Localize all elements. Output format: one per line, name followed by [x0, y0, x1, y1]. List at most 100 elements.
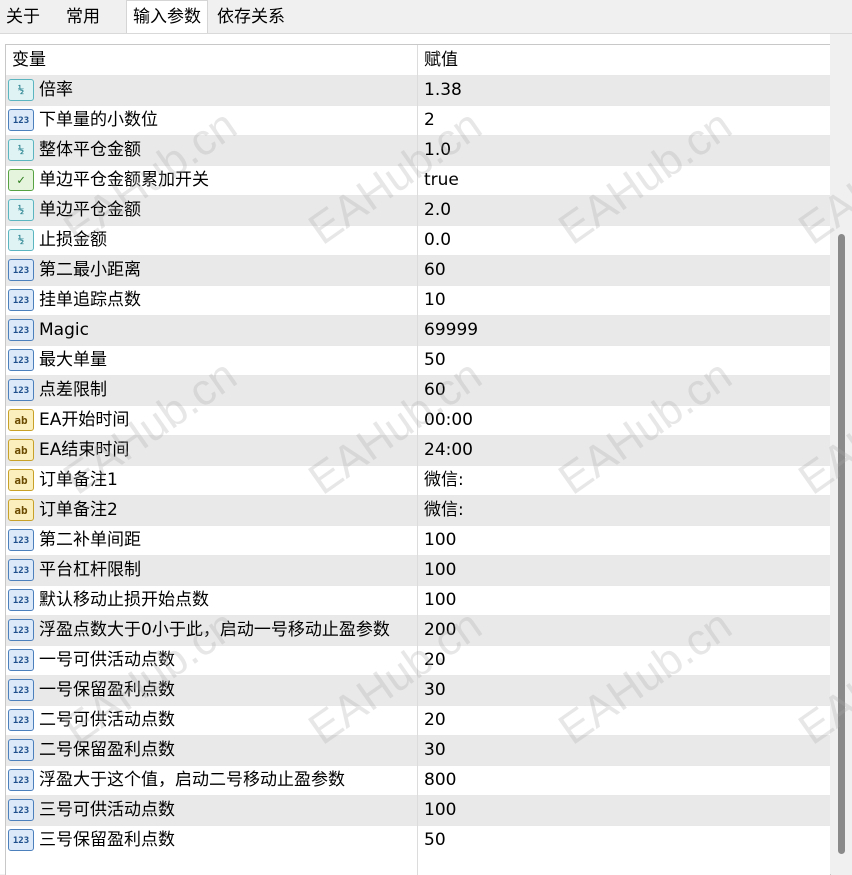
table-row[interactable]: ✓ 单边平仓金额累加开关 true: [6, 165, 830, 195]
parameter-value[interactable]: 60: [424, 256, 446, 285]
parameter-value[interactable]: 60: [424, 376, 446, 405]
parameter-value[interactable]: 20: [424, 706, 446, 735]
tab-common[interactable]: 常用: [60, 3, 106, 31]
double-type-icon: ½: [8, 79, 34, 101]
parameter-name: 一号保留盈利点数: [39, 680, 175, 700]
table-row[interactable]: 123 一号保留盈利点数 30: [6, 675, 830, 705]
table-row[interactable]: ½ 单边平仓金额 2.0: [6, 195, 830, 225]
parameter-value[interactable]: 微信:: [424, 496, 464, 525]
tab-bar: 关于 常用 输入参数 依存关系: [0, 0, 852, 34]
parameter-name: 挂单追踪点数: [39, 290, 141, 310]
parameter-value[interactable]: 1.0: [424, 136, 451, 165]
table-row[interactable]: 123 一号可供活动点数 20: [6, 645, 830, 675]
double-type-icon: ½: [8, 199, 34, 221]
string-type-icon: ab: [8, 499, 34, 521]
parameter-value[interactable]: 30: [424, 736, 446, 765]
parameter-name: 倍率: [39, 80, 73, 100]
table-row[interactable]: ab 订单备注2 微信:: [6, 495, 830, 525]
integer-type-icon: 123: [8, 559, 34, 581]
integer-type-icon: 123: [8, 769, 34, 791]
tab-inputs[interactable]: 输入参数: [126, 0, 208, 33]
scrollbar-thumb[interactable]: [838, 234, 845, 854]
parameter-name: 浮盈点数大于0小于此，启动一号移动止盈参数: [39, 620, 390, 640]
parameter-name: 浮盈大于这个值，启动二号移动止盈参数: [39, 770, 345, 790]
parameter-value[interactable]: 00:00: [424, 406, 473, 435]
parameter-value[interactable]: 2.0: [424, 196, 451, 225]
string-type-icon: ab: [8, 439, 34, 461]
parameter-value[interactable]: 100: [424, 526, 456, 555]
table-row[interactable]: 123 Magic 69999: [6, 315, 830, 345]
integer-type-icon: 123: [8, 799, 34, 821]
double-type-icon: ½: [8, 139, 34, 161]
parameter-value[interactable]: 微信:: [424, 466, 464, 495]
parameter-value[interactable]: 0.0: [424, 226, 451, 255]
table-row[interactable]: 123 三号保留盈利点数 50: [6, 825, 830, 855]
table-row[interactable]: 123 点差限制 60: [6, 375, 830, 405]
column-header-value[interactable]: 赋值: [424, 45, 458, 75]
table-row[interactable]: 123 浮盈大于这个值，启动二号移动止盈参数 800: [6, 765, 830, 795]
table-row[interactable]: ½ 整体平仓金额 1.0: [6, 135, 830, 165]
parameter-name: 最大单量: [39, 350, 107, 370]
inputs-panel: 变量 赋值 ½ 倍率 1.38 123 下单量的小数位 2 ½ 整体平仓金额 1.0 ✓ 单边平仓金…: [0, 33, 852, 875]
parameter-value[interactable]: 100: [424, 796, 456, 825]
parameter-value[interactable]: 69999: [424, 316, 478, 345]
table-row[interactable]: 123 浮盈点数大于0小于此，启动一号移动止盈参数 200: [6, 615, 830, 645]
parameter-name: 第二最小距离: [39, 260, 141, 280]
parameter-name: 第二补单间距: [39, 530, 141, 550]
table-row[interactable]: 123 默认移动止损开始点数 100: [6, 585, 830, 615]
integer-type-icon: 123: [8, 589, 34, 611]
parameter-value[interactable]: 2: [424, 106, 435, 135]
parameter-name: 平台杠杆限制: [39, 560, 141, 580]
table-row[interactable]: 123 二号保留盈利点数 30: [6, 735, 830, 765]
integer-type-icon: 123: [8, 529, 34, 551]
table-row[interactable]: 123 最大单量 50: [6, 345, 830, 375]
parameter-value[interactable]: 800: [424, 766, 456, 795]
table-header: 变量 赋值: [6, 45, 830, 75]
table-row[interactable]: 123 第二最小距离 60: [6, 255, 830, 285]
parameter-name: 整体平仓金额: [39, 140, 141, 160]
parameters-table: 变量 赋值 ½ 倍率 1.38 123 下单量的小数位 2 ½ 整体平仓金额 1.0 ✓ 单边平仓金…: [5, 44, 831, 875]
table-row[interactable]: 123 二号可供活动点数 20: [6, 705, 830, 735]
parameter-value[interactable]: true: [424, 166, 459, 195]
parameter-value[interactable]: 24:00: [424, 436, 473, 465]
parameter-value[interactable]: 30: [424, 676, 446, 705]
parameter-value[interactable]: 10: [424, 286, 446, 315]
tab-dependencies[interactable]: 依存关系: [211, 3, 291, 31]
vertical-scrollbar[interactable]: [830, 34, 852, 874]
parameter-value[interactable]: 50: [424, 826, 446, 855]
table-row[interactable]: ½ 止损金额 0.0: [6, 225, 830, 255]
tab-about[interactable]: 关于: [0, 3, 46, 31]
parameter-name: 默认移动止损开始点数: [39, 590, 209, 610]
table-row[interactable]: ab 订单备注1 微信:: [6, 465, 830, 495]
column-divider[interactable]: [417, 45, 418, 875]
integer-type-icon: 123: [8, 649, 34, 671]
table-row[interactable]: 123 下单量的小数位 2: [6, 105, 830, 135]
table-row[interactable]: 123 三号可供活动点数 100: [6, 795, 830, 825]
boolean-type-icon: ✓: [8, 169, 34, 191]
parameter-name: 点差限制: [39, 380, 107, 400]
parameter-name: EA结束时间: [39, 440, 130, 460]
parameter-name: 订单备注1: [39, 470, 118, 490]
integer-type-icon: 123: [8, 109, 34, 131]
table-row[interactable]: ab EA开始时间 00:00: [6, 405, 830, 435]
string-type-icon: ab: [8, 409, 34, 431]
column-header-variable[interactable]: 变量: [12, 45, 46, 75]
parameter-value[interactable]: 1.38: [424, 76, 462, 105]
table-row[interactable]: 123 第二补单间距 100: [6, 525, 830, 555]
table-row[interactable]: ½ 倍率 1.38: [6, 75, 830, 105]
integer-type-icon: 123: [8, 259, 34, 281]
integer-type-icon: 123: [8, 829, 34, 851]
parameter-value[interactable]: 200: [424, 616, 456, 645]
parameter-name: 单边平仓金额累加开关: [39, 170, 209, 190]
parameter-value[interactable]: 50: [424, 346, 446, 375]
table-row[interactable]: ab EA结束时间 24:00: [6, 435, 830, 465]
parameter-value[interactable]: 20: [424, 646, 446, 675]
table-row[interactable]: 123 挂单追踪点数 10: [6, 285, 830, 315]
parameter-value[interactable]: 100: [424, 556, 456, 585]
table-row[interactable]: 123 平台杠杆限制 100: [6, 555, 830, 585]
integer-type-icon: 123: [8, 619, 34, 641]
parameter-value[interactable]: 100: [424, 586, 456, 615]
parameter-name: EA开始时间: [39, 410, 130, 430]
integer-type-icon: 123: [8, 319, 34, 341]
parameter-name: 单边平仓金额: [39, 200, 141, 220]
